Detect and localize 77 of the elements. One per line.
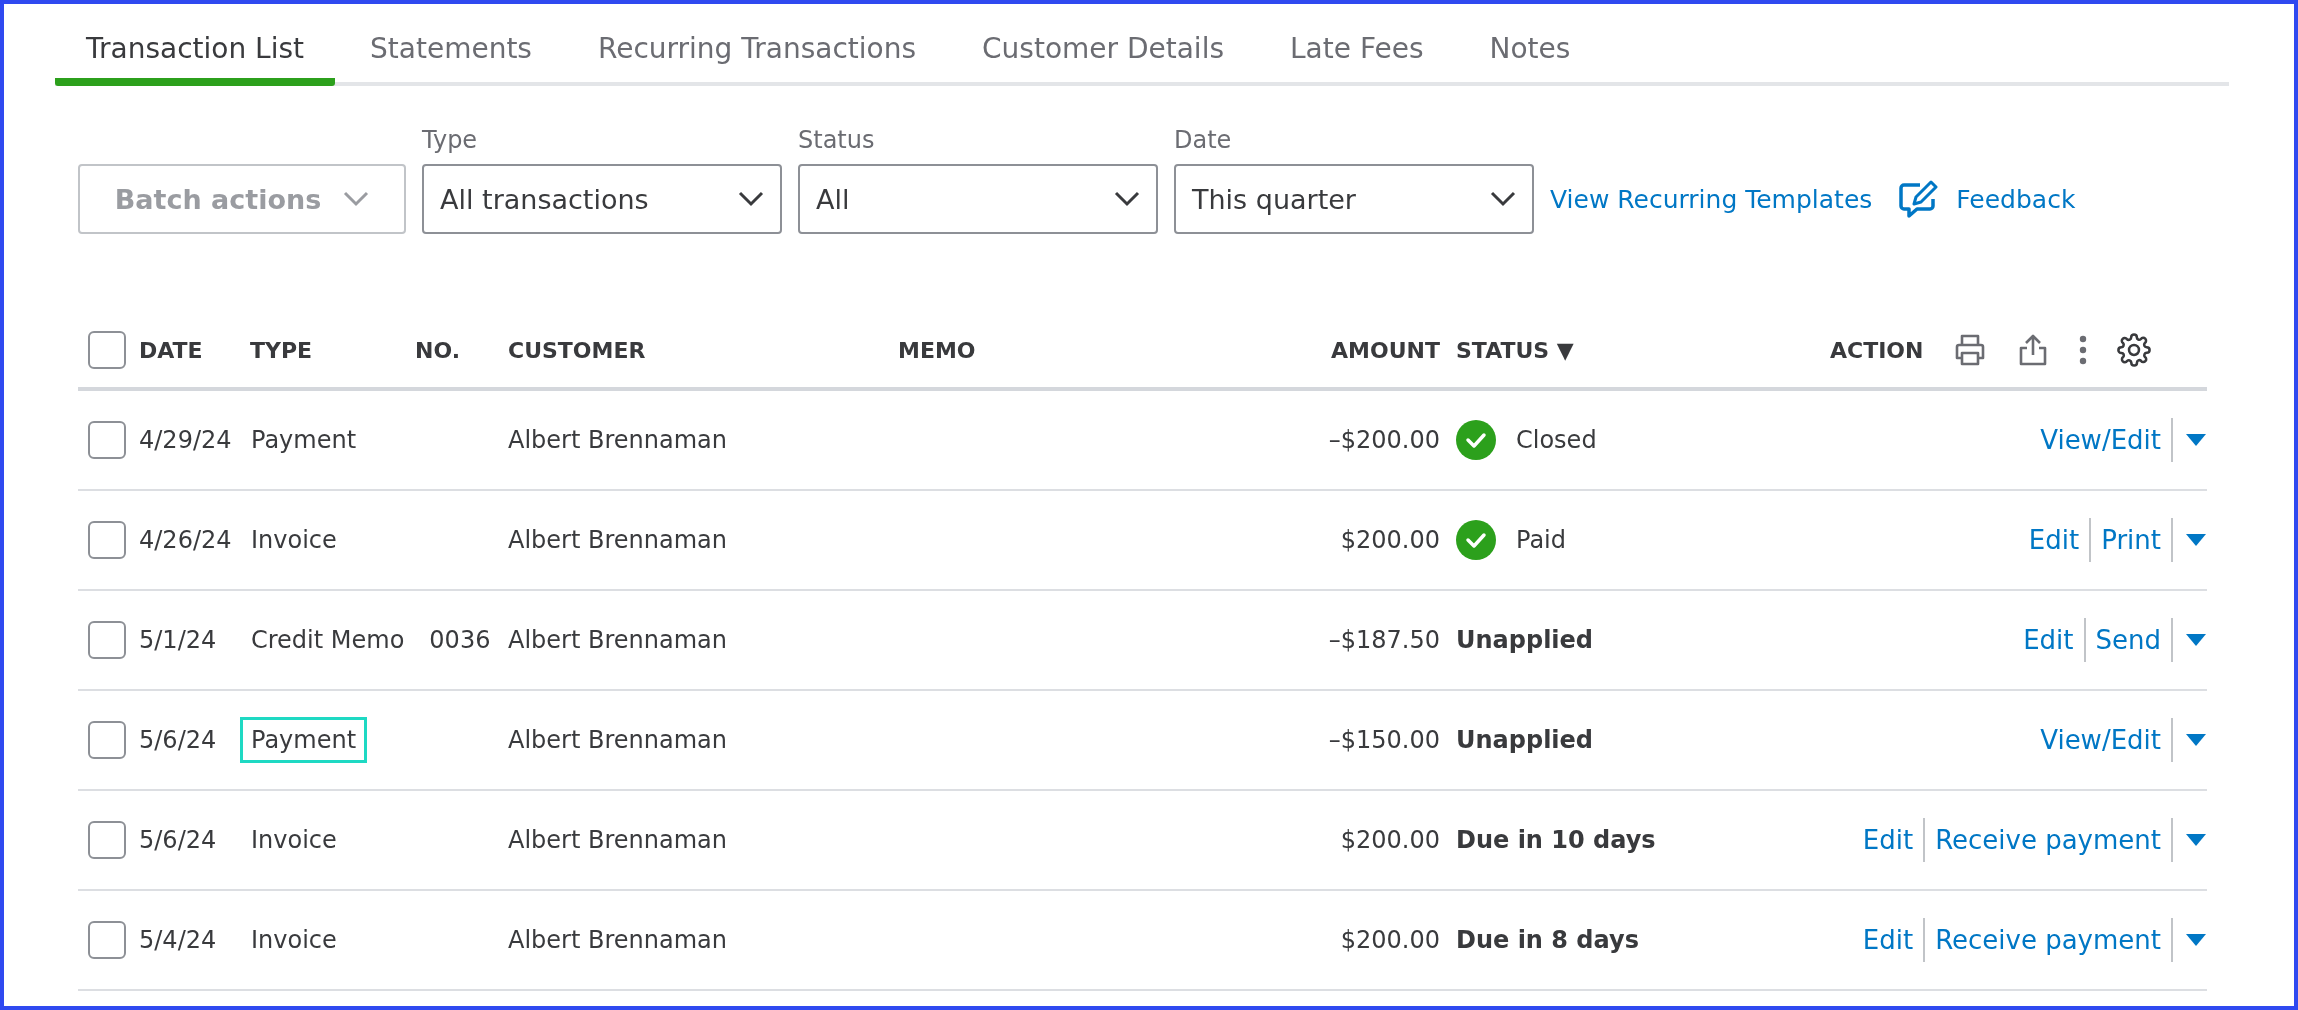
settings-icon[interactable] bbox=[2117, 333, 2152, 367]
action-link[interactable]: Send bbox=[2085, 618, 2173, 662]
column-header: DATE bbox=[139, 337, 204, 363]
column-header: NO. bbox=[415, 337, 461, 363]
row-checkbox[interactable] bbox=[88, 921, 126, 959]
tab[interactable]: Statements bbox=[339, 4, 563, 86]
templates-link[interactable]: View Recurring Templates bbox=[1550, 164, 1873, 234]
customer-cell-text: Albert Brennaman bbox=[508, 626, 728, 654]
select-all-checkbox[interactable] bbox=[88, 331, 126, 369]
action-link[interactable]: View/Edit bbox=[2030, 718, 2173, 762]
filter-label: Status bbox=[798, 126, 876, 154]
customer-cell-text: Albert Brennaman bbox=[508, 526, 728, 554]
type-cell-text: Credit Memo bbox=[250, 625, 406, 656]
filter-dropdown[interactable]: All transactions bbox=[422, 164, 782, 234]
row-checkbox[interactable] bbox=[88, 721, 126, 759]
type-cell-text: Invoice bbox=[250, 525, 338, 556]
filter-dropdown[interactable]: This quarter bbox=[1174, 164, 1534, 234]
type-cell-text: Payment bbox=[250, 425, 358, 456]
amount-cell-text: $200.00 bbox=[1339, 926, 1440, 954]
status-cell: Due in 8 days bbox=[1456, 926, 1639, 954]
customer-cell-text: Albert Brennaman bbox=[508, 426, 728, 454]
tab[interactable]: Recurring Transactions bbox=[566, 4, 948, 86]
action-link[interactable]: Print bbox=[2091, 518, 2173, 562]
column-header: MEMO bbox=[898, 337, 977, 363]
status-cell: Unapplied bbox=[1456, 626, 1594, 654]
column-header: ACTION bbox=[1830, 337, 1924, 363]
row-checkbox[interactable] bbox=[88, 621, 126, 659]
action-link[interactable]: Edit bbox=[1852, 818, 1926, 862]
number-cell: 0036 bbox=[429, 626, 491, 654]
tab[interactable]: Notes bbox=[1458, 4, 1602, 86]
feedback-icon bbox=[1898, 179, 1939, 219]
filter-label: Type bbox=[422, 126, 479, 154]
chevron-down-icon bbox=[1114, 191, 1140, 207]
date-cell-text: 5/6/24 bbox=[139, 826, 218, 854]
type-cell-text: Invoice bbox=[250, 825, 338, 856]
date-cell-text: 5/1/24 bbox=[139, 626, 218, 654]
amount-cell-text: –$150.00 bbox=[1327, 726, 1440, 754]
tab[interactable]: Transaction List bbox=[55, 4, 336, 86]
row-checkbox[interactable] bbox=[88, 521, 126, 559]
status-cell: Paid bbox=[1516, 526, 1566, 554]
customer-cell-text: Albert Brennaman bbox=[508, 926, 728, 954]
chevron-down-icon bbox=[738, 191, 764, 207]
row-checkbox[interactable] bbox=[88, 821, 126, 859]
date-cell-text: 5/4/24 bbox=[139, 926, 218, 954]
feedback-link[interactable]: Feedback bbox=[1898, 164, 2076, 234]
action-link[interactable]: Receive payment bbox=[1925, 818, 2173, 862]
status-cell: Closed bbox=[1516, 426, 1597, 454]
row-checkbox[interactable] bbox=[88, 421, 126, 459]
status-cell: Unapplied bbox=[1456, 726, 1594, 754]
date-cell-text: 4/26/24 bbox=[139, 526, 233, 554]
column-header: STATUS ▼ bbox=[1455, 337, 1575, 363]
action-link[interactable]: Edit bbox=[2018, 518, 2092, 562]
action-link[interactable]: Receive payment bbox=[1925, 918, 2173, 962]
amount-cell-text: $200.00 bbox=[1339, 826, 1440, 854]
column-header: CUSTOMER bbox=[508, 337, 647, 363]
date-cell-text: 5/6/24 bbox=[139, 726, 218, 754]
column-header: AMOUNT bbox=[1330, 337, 1440, 363]
customer-cell-text: Albert Brennaman bbox=[508, 826, 728, 854]
tab[interactable]: Late Fees bbox=[1259, 4, 1455, 86]
status-cell: Due in 10 days bbox=[1456, 826, 1656, 854]
amount-cell-text: –$200.00 bbox=[1327, 426, 1440, 454]
customer-cell-text: Albert Brennaman bbox=[508, 726, 728, 754]
filter-dropdown[interactable]: All bbox=[798, 164, 1158, 234]
column-header: TYPE bbox=[250, 337, 314, 363]
type-cell-text: Invoice bbox=[250, 925, 338, 956]
date-cell-text: 4/29/24 bbox=[139, 426, 233, 454]
type-cell: Payment bbox=[240, 717, 368, 763]
action-link[interactable]: Edit bbox=[2013, 618, 2086, 662]
amount-cell-text: –$187.50 bbox=[1327, 626, 1440, 654]
filter-label: Date bbox=[1174, 126, 1233, 154]
chevron-down-icon bbox=[1490, 191, 1516, 207]
more-icon[interactable] bbox=[2079, 335, 2088, 365]
action-link[interactable]: View/Edit bbox=[2030, 418, 2173, 462]
tab[interactable]: Customer Details bbox=[951, 4, 1255, 86]
amount-cell-text: $200.00 bbox=[1339, 526, 1440, 554]
action-link[interactable]: Edit bbox=[1852, 918, 1926, 962]
chevron-down-icon bbox=[343, 191, 370, 207]
